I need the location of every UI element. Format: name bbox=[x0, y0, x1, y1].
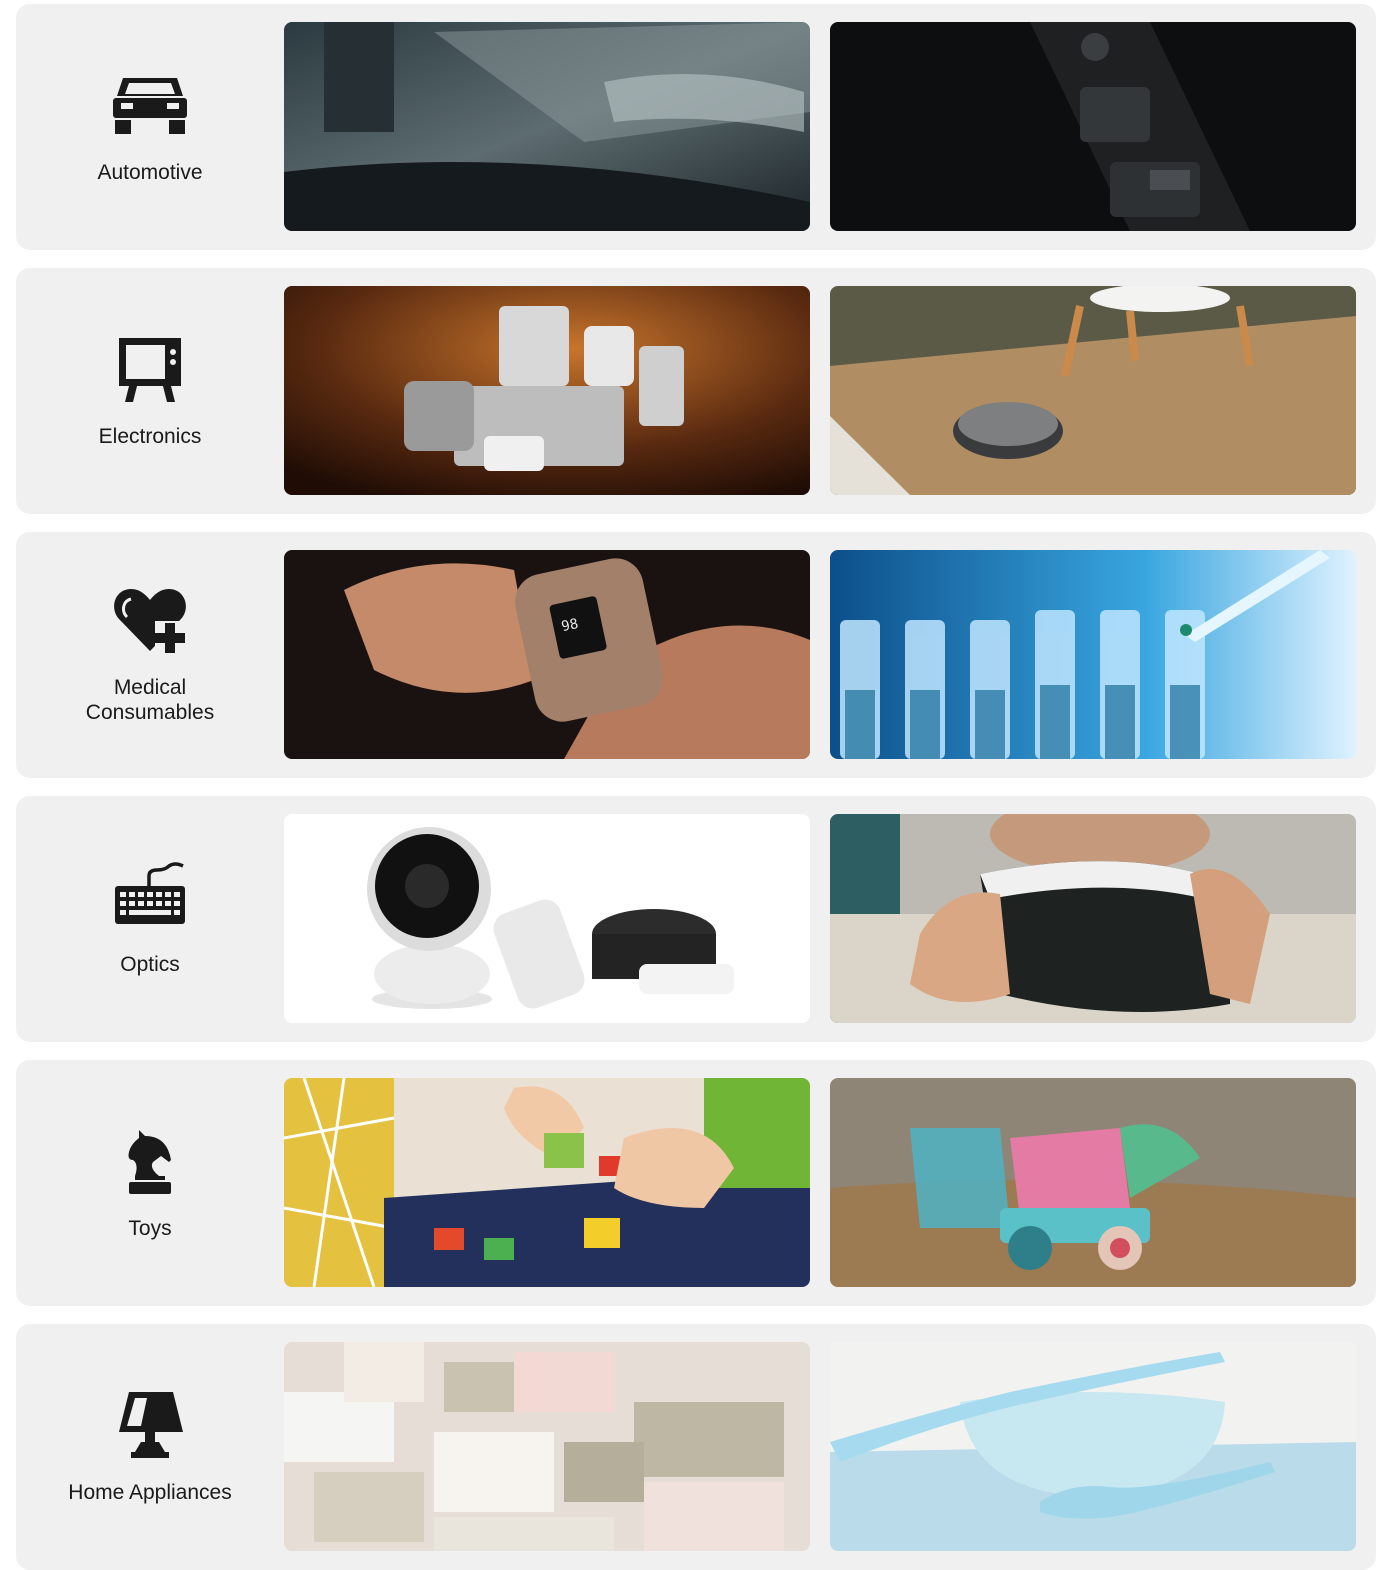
category-label-column: Automotive bbox=[16, 4, 284, 250]
category-label-column: Toys bbox=[16, 1060, 284, 1306]
toy-truck-sand-photo bbox=[830, 1078, 1356, 1287]
heart-plus-icon bbox=[109, 585, 191, 657]
category-label: Automotive bbox=[97, 160, 203, 184]
category-label: Toys bbox=[128, 1216, 172, 1240]
kitchen-appliances-photo bbox=[284, 286, 810, 495]
robot-vacuum-photo bbox=[830, 286, 1356, 495]
vr-headset-photo bbox=[830, 814, 1356, 1023]
category-card-toys: Toys bbox=[16, 1060, 1376, 1306]
car-door-interior-photo bbox=[284, 22, 810, 231]
pulse-oximeter-photo: 98 bbox=[284, 550, 810, 759]
storage-baskets-photo bbox=[284, 1342, 810, 1551]
category-label: Electronics bbox=[98, 424, 202, 448]
category-card-electronics: Electronics bbox=[16, 268, 1376, 514]
category-label-column: Electronics bbox=[16, 268, 284, 514]
tv-icon bbox=[109, 334, 191, 406]
category-label-column: Home Appliances bbox=[16, 1324, 284, 1570]
category-card-automotive: Automotive bbox=[16, 4, 1376, 250]
chess-knight-icon bbox=[109, 1126, 191, 1198]
car-window-switch-photo bbox=[830, 22, 1356, 231]
building-blocks-photo bbox=[284, 1078, 810, 1287]
lab-test-tubes-photo bbox=[830, 550, 1356, 759]
category-label-column: Optics bbox=[16, 796, 284, 1042]
category-label: Medical Consumables bbox=[85, 676, 215, 724]
category-label-column: Medical Consumables bbox=[16, 532, 284, 778]
category-label: Home Appliances bbox=[68, 1480, 232, 1504]
category-label: Optics bbox=[120, 952, 180, 976]
category-card-medical-consumables: Medical Consumables 98 bbox=[16, 532, 1376, 778]
car-icon bbox=[109, 70, 191, 142]
bowl-spoon-photo bbox=[830, 1342, 1356, 1551]
category-card-home-appliances: Home Appliances bbox=[16, 1324, 1376, 1570]
lamp-icon bbox=[109, 1390, 191, 1462]
smart-home-devices-photo bbox=[284, 814, 810, 1023]
keyboard-icon bbox=[109, 861, 191, 934]
category-card-optics: Optics bbox=[16, 796, 1376, 1042]
